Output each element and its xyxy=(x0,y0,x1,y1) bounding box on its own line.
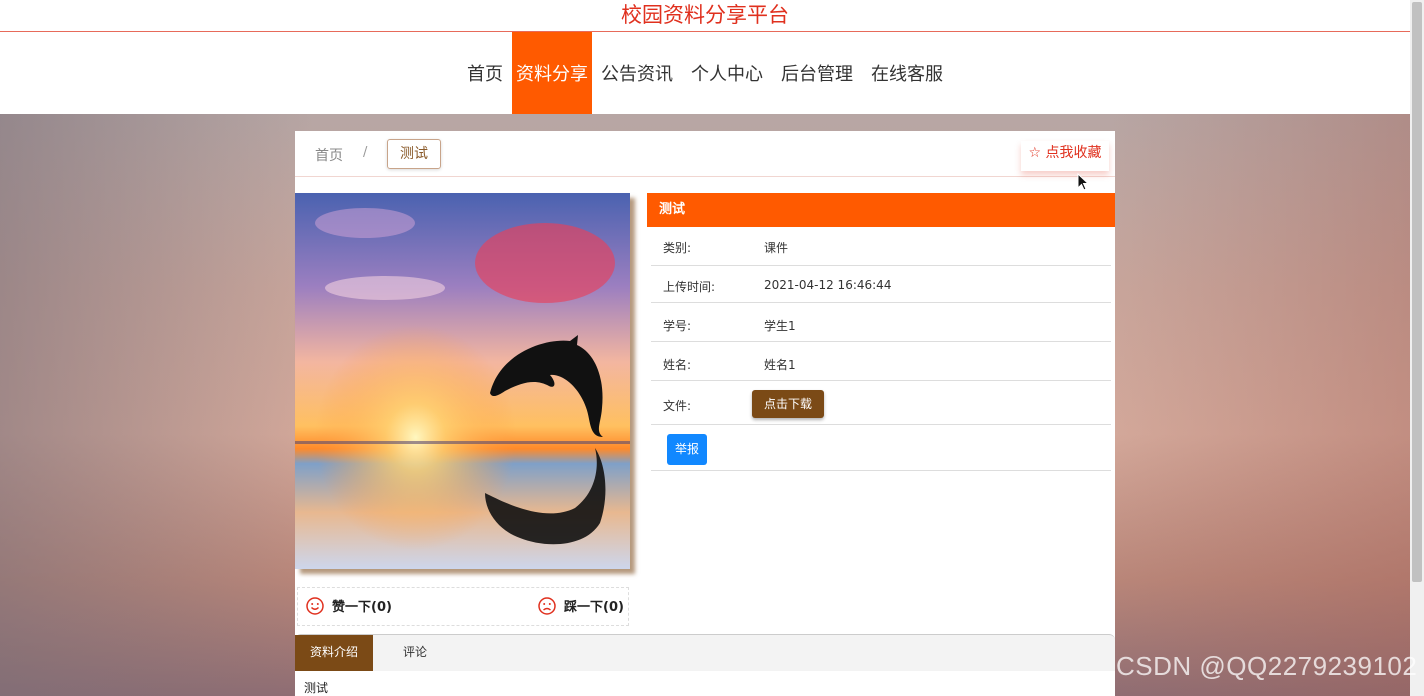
watermark: CSDN @QQ2279239102 xyxy=(1116,651,1418,681)
mouse-cursor-icon xyxy=(1077,173,1089,191)
detail-row-upload-time: 上传时间: 2021-04-12 16:46:44 xyxy=(651,266,1111,303)
nav-item-online-service[interactable]: 在线客服 xyxy=(862,32,952,114)
category-label: 类别: xyxy=(663,241,692,255)
report-button[interactable]: 举报 xyxy=(667,434,707,465)
upload-time-value: 2021-04-12 16:46:44 xyxy=(764,278,892,292)
detail-panel: 首页 / 测试 ☆ 点我收藏 赞一下(0) 踩一下(0) 测试 类别: 课件 上… xyxy=(295,131,1115,696)
scrollbar-thumb[interactable] xyxy=(1412,2,1422,582)
dislike-label: 踩一下(0) xyxy=(564,600,624,615)
detail-row-report: 举报 xyxy=(651,425,1111,471)
detail-row-category: 类别: 课件 xyxy=(651,227,1111,266)
name-value: 姓名1 xyxy=(764,358,796,372)
vote-row: 赞一下(0) 踩一下(0) xyxy=(297,587,629,626)
category-value: 课件 xyxy=(764,241,789,255)
nav-item-home[interactable]: 首页 xyxy=(458,32,512,114)
student-id-label: 学号: xyxy=(663,319,692,333)
file-label: 文件: xyxy=(663,399,692,413)
detail-title: 测试 xyxy=(647,193,1115,227)
resource-cover-image xyxy=(295,193,630,569)
detail-row-name: 姓名: 姓名1 xyxy=(651,342,1111,381)
nav-item-resource-share[interactable]: 资料分享 xyxy=(512,32,592,114)
nav-item-personal-center[interactable]: 个人中心 xyxy=(682,32,772,114)
breadcrumb: 首页 / 测试 ☆ 点我收藏 xyxy=(295,131,1115,177)
breadcrumb-separator: / xyxy=(363,145,368,160)
frown-icon xyxy=(538,596,556,615)
detail-row-student-id: 学号: 学生1 xyxy=(651,303,1111,342)
nav-item-admin[interactable]: 后台管理 xyxy=(772,32,862,114)
detail-row-file: 文件: 点击下载 xyxy=(651,381,1111,425)
like-label: 赞一下(0) xyxy=(332,600,392,615)
breadcrumb-current[interactable]: 测试 xyxy=(387,139,441,169)
tab-resource-intro[interactable]: 资料介绍 xyxy=(295,635,373,671)
tab-bar: 资料介绍 评论 xyxy=(295,634,1115,671)
smile-icon xyxy=(306,596,324,615)
favorite-button[interactable]: ☆ 点我收藏 xyxy=(1021,141,1109,171)
upload-time-label: 上传时间: xyxy=(663,280,716,294)
student-id-value: 学生1 xyxy=(764,319,796,333)
site-title: 校园资料分享平台 xyxy=(0,0,1410,32)
dislike-button[interactable]: 踩一下(0) xyxy=(538,596,624,615)
tab-comments[interactable]: 评论 xyxy=(385,635,445,671)
name-label: 姓名: xyxy=(663,358,692,372)
like-button[interactable]: 赞一下(0) xyxy=(306,596,392,615)
breadcrumb-home[interactable]: 首页 xyxy=(315,145,343,165)
nav-item-announcements[interactable]: 公告资讯 xyxy=(592,32,682,114)
resource-description: 测试 xyxy=(304,681,329,695)
download-button[interactable]: 点击下载 xyxy=(752,390,824,418)
header: 校园资料分享平台 首页 资料分享 公告资讯 个人中心 后台管理 在线客服 xyxy=(0,0,1410,114)
main-nav: 首页 资料分享 公告资讯 个人中心 后台管理 在线客服 xyxy=(0,32,1410,114)
